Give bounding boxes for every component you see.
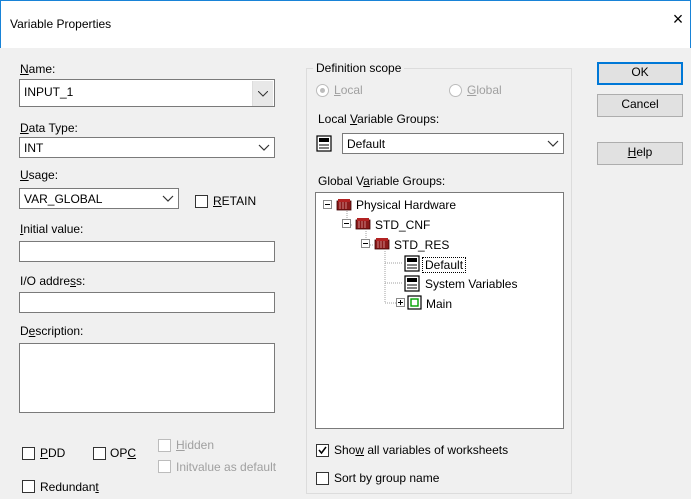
global-groups-tree[interactable]: Physical Hardware STD_CNF STD_RES Defaul… bbox=[315, 192, 564, 429]
global-radio-label: Global bbox=[467, 83, 502, 97]
tree-item-default[interactable]: Default bbox=[422, 257, 467, 273]
variable-group-icon bbox=[404, 255, 420, 272]
show-all-checkbox[interactable] bbox=[316, 444, 329, 457]
tree-item-std-res[interactable]: STD_RES bbox=[394, 238, 449, 252]
cancel-button[interactable]: Cancel bbox=[597, 94, 683, 117]
variable-group-icon bbox=[404, 275, 420, 292]
global-groups-label: Global Variable Groups: bbox=[318, 174, 446, 188]
initvalue-default-checkbox[interactable] bbox=[158, 460, 171, 473]
retain-checkbox[interactable] bbox=[195, 195, 208, 208]
variable-group-icon bbox=[316, 135, 332, 152]
show-all-label: Show all variables of worksheets bbox=[334, 443, 509, 457]
redundant-checkbox[interactable] bbox=[22, 480, 35, 493]
checkmark-icon bbox=[318, 446, 327, 455]
initvalue-default-label: Initvalue as default bbox=[176, 460, 277, 474]
local-groups-label: Local Variable Groups: bbox=[318, 112, 440, 126]
pdd-checkbox[interactable] bbox=[22, 447, 35, 460]
io-address-label: I/O address: bbox=[20, 274, 86, 288]
window-title: Variable Properties bbox=[10, 17, 112, 31]
data-type-label: Data Type: bbox=[20, 121, 78, 135]
tree-collapse-icon[interactable] bbox=[361, 239, 370, 248]
retain-label: RETAIN bbox=[213, 194, 257, 208]
ok-button[interactable]: OK bbox=[597, 62, 683, 85]
chevron-down-icon bbox=[162, 195, 174, 202]
hardware-icon bbox=[355, 218, 371, 230]
opc-checkbox[interactable] bbox=[93, 447, 106, 460]
data-type-select[interactable]: INT bbox=[19, 137, 275, 158]
usage-select[interactable]: VAR_GLOBAL bbox=[19, 188, 179, 209]
close-icon[interactable]: × bbox=[670, 10, 686, 28]
tree-collapse-icon[interactable] bbox=[323, 200, 332, 209]
name-field[interactable]: INPUT_1 bbox=[19, 79, 275, 107]
global-radio[interactable] bbox=[449, 84, 462, 97]
local-radio-label: Local bbox=[334, 83, 363, 97]
tree-item-physical-hardware[interactable]: Physical Hardware bbox=[356, 198, 456, 212]
local-radio[interactable] bbox=[316, 84, 329, 97]
name-dropdown-button[interactable] bbox=[252, 81, 273, 106]
local-groups-select[interactable]: Default bbox=[342, 133, 564, 154]
redundant-label: Redundant bbox=[40, 480, 99, 494]
tree-item-std-cnf[interactable]: STD_CNF bbox=[375, 218, 430, 232]
chevron-down-icon bbox=[258, 144, 270, 151]
usage-label: Usage: bbox=[20, 168, 59, 182]
tree-item-system-variables[interactable]: System Variables bbox=[425, 277, 517, 291]
initial-value-label: Initial value: bbox=[20, 222, 84, 236]
tree-expand-icon[interactable] bbox=[396, 298, 405, 307]
name-value: INPUT_1 bbox=[24, 85, 74, 99]
description-label: Description: bbox=[20, 324, 84, 338]
hidden-label: Hidden bbox=[176, 438, 215, 452]
pdd-label: PDD bbox=[40, 446, 66, 460]
usage-value: VAR_GLOBAL bbox=[24, 192, 103, 206]
chevron-down-icon bbox=[258, 91, 268, 97]
help-button[interactable]: Help bbox=[597, 142, 683, 165]
program-icon bbox=[407, 295, 422, 310]
sort-by-group-checkbox[interactable] bbox=[316, 472, 329, 485]
sort-by-group-label: Sort by group name bbox=[334, 471, 440, 485]
chevron-down-icon bbox=[547, 140, 559, 147]
hardware-icon bbox=[336, 199, 352, 211]
opc-label: OPC bbox=[110, 446, 137, 460]
definition-scope-legend: Definition scope bbox=[313, 61, 405, 75]
hardware-icon bbox=[374, 238, 390, 250]
io-address-input[interactable] bbox=[19, 292, 275, 313]
description-textarea[interactable] bbox=[19, 343, 275, 413]
tree-item-main[interactable]: Main bbox=[426, 297, 452, 311]
name-label: Name: bbox=[20, 62, 56, 76]
initial-value-input[interactable] bbox=[19, 241, 275, 262]
hidden-checkbox[interactable] bbox=[158, 439, 171, 452]
data-type-value: INT bbox=[24, 141, 44, 155]
tree-collapse-icon[interactable] bbox=[342, 219, 351, 228]
local-groups-value: Default bbox=[347, 137, 386, 151]
